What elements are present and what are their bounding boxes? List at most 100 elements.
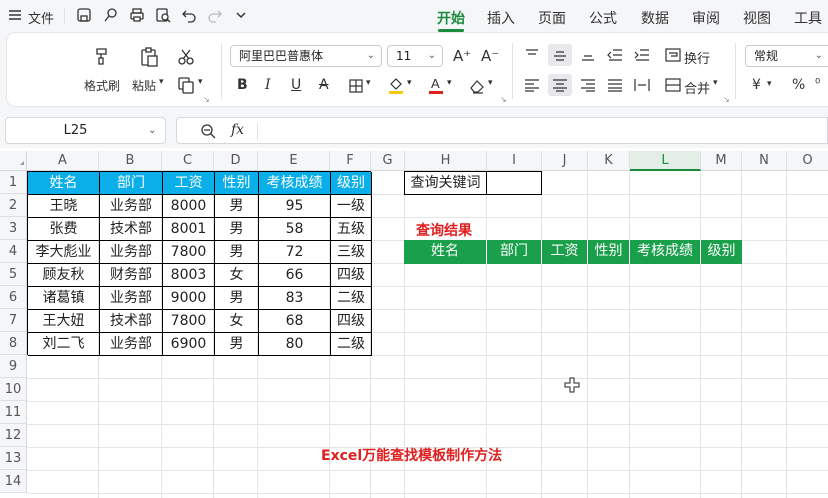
borders-icon[interactable] bbox=[348, 78, 364, 94]
alignment-expand-icon[interactable]: ↘ bbox=[723, 95, 730, 104]
font-expand-icon[interactable]: ↘ bbox=[500, 95, 507, 104]
column-header-g[interactable]: G bbox=[371, 151, 405, 171]
table-cell[interactable]: 7800 bbox=[163, 310, 215, 333]
row-header-5[interactable]: 5 bbox=[0, 263, 27, 286]
table-cell[interactable]: 72 bbox=[259, 241, 331, 264]
row-header-6[interactable]: 6 bbox=[0, 286, 27, 309]
table-cell[interactable]: 技术部 bbox=[100, 218, 163, 241]
fill-color-dropdown-icon[interactable]: ▾ bbox=[407, 78, 412, 88]
table-header-cell[interactable]: 级别 bbox=[331, 172, 372, 195]
file-menu[interactable]: 文件 bbox=[28, 8, 54, 27]
font-color-dropdown-icon[interactable]: ▾ bbox=[447, 78, 452, 88]
tab-insert[interactable]: 插入 bbox=[487, 8, 515, 28]
table-cell[interactable]: 顾友秋 bbox=[28, 264, 100, 287]
distributed-align-icon[interactable] bbox=[633, 77, 651, 93]
wrap-text-icon[interactable] bbox=[664, 47, 682, 63]
column-header-e[interactable]: E bbox=[258, 151, 330, 171]
row-header-12[interactable]: 12 bbox=[0, 424, 27, 447]
table-cell[interactable]: 95 bbox=[259, 195, 331, 218]
fill-color-icon[interactable] bbox=[387, 76, 405, 94]
table-cell[interactable]: 张费 bbox=[28, 218, 100, 241]
table-cell[interactable]: 业务部 bbox=[100, 195, 163, 218]
table-header-cell[interactable]: 姓名 bbox=[28, 172, 100, 195]
column-header-h[interactable]: H bbox=[405, 151, 487, 171]
name-box[interactable]: L25 bbox=[5, 117, 166, 144]
table-cell[interactable]: 王大妞 bbox=[28, 310, 100, 333]
justify-icon[interactable] bbox=[606, 77, 624, 93]
row-header-9[interactable]: 9 bbox=[0, 355, 27, 378]
decrease-indent-icon[interactable] bbox=[606, 47, 624, 63]
column-header-b[interactable]: B bbox=[99, 151, 162, 171]
currency-dropdown-icon[interactable]: ▾ bbox=[767, 79, 772, 89]
tab-data[interactable]: 数据 bbox=[641, 8, 669, 28]
borders-dropdown-icon[interactable]: ▾ bbox=[366, 78, 371, 88]
underline-button[interactable]: U bbox=[291, 77, 301, 93]
table-cell[interactable]: 二级 bbox=[331, 287, 372, 310]
table-cell[interactable]: 四级 bbox=[331, 310, 372, 333]
column-header-o[interactable]: O bbox=[787, 151, 828, 171]
table-cell[interactable]: 李大彪业 bbox=[28, 241, 100, 264]
copy-icon[interactable] bbox=[176, 75, 196, 95]
format-painter-icon[interactable] bbox=[90, 45, 112, 67]
table-cell[interactable]: 诸葛镇 bbox=[28, 287, 100, 310]
tab-review[interactable]: 审阅 bbox=[692, 8, 720, 28]
table-cell[interactable]: 业务部 bbox=[100, 333, 163, 356]
fx-icon[interactable]: fx bbox=[231, 122, 244, 138]
column-header-i[interactable]: I bbox=[487, 151, 542, 171]
table-cell[interactable]: 财务部 bbox=[100, 264, 163, 287]
table-cell[interactable]: 6900 bbox=[163, 333, 215, 356]
number-format-select[interactable]: 常规 ⌄ bbox=[745, 45, 828, 67]
undo-icon[interactable] bbox=[180, 6, 198, 24]
column-header-k[interactable]: K bbox=[588, 151, 630, 171]
column-header-n[interactable]: N bbox=[742, 151, 787, 171]
copy-dropdown-icon[interactable]: ▾ bbox=[198, 77, 203, 87]
hamburger-menu-icon[interactable] bbox=[6, 6, 24, 24]
row-header-14[interactable]: 14 bbox=[0, 470, 27, 493]
column-header-a[interactable]: A bbox=[27, 151, 99, 171]
tab-page[interactable]: 页面 bbox=[538, 8, 566, 28]
column-header-l[interactable]: L bbox=[630, 151, 701, 171]
table-header-cell[interactable]: 部门 bbox=[100, 172, 163, 195]
table-cell[interactable]: 83 bbox=[259, 287, 331, 310]
column-header-j[interactable]: J bbox=[542, 151, 588, 171]
print-icon[interactable] bbox=[128, 6, 146, 24]
italic-button[interactable]: I bbox=[265, 77, 271, 93]
format-painter-label[interactable]: 格式刷 bbox=[84, 77, 120, 94]
table-cell[interactable]: 58 bbox=[259, 218, 331, 241]
table-cell[interactable]: 8000 bbox=[163, 195, 215, 218]
table-cell[interactable]: 8001 bbox=[163, 218, 215, 241]
query-input-cell[interactable] bbox=[487, 172, 541, 194]
row-header-8[interactable]: 8 bbox=[0, 332, 27, 355]
paste-icon[interactable] bbox=[137, 45, 161, 69]
column-header-d[interactable]: D bbox=[214, 151, 258, 171]
column-header-f[interactable]: F bbox=[330, 151, 371, 171]
bold-button[interactable]: B bbox=[237, 77, 248, 93]
percent-button[interactable]: % bbox=[792, 77, 805, 93]
row-header-1[interactable]: 1 bbox=[0, 171, 27, 194]
result-header-cell[interactable]: 部门 bbox=[487, 240, 542, 264]
table-cell[interactable]: 68 bbox=[259, 310, 331, 333]
align-middle-icon[interactable] bbox=[548, 44, 572, 66]
decimal-button[interactable]: ⁰ bbox=[815, 77, 820, 92]
print-preview-icon[interactable] bbox=[154, 6, 172, 24]
formula-input[interactable]: fx bbox=[176, 117, 828, 144]
increase-font-icon[interactable]: A⁺ bbox=[453, 47, 471, 65]
save-icon[interactable] bbox=[75, 6, 93, 24]
row-header-10[interactable]: 10 bbox=[0, 378, 27, 401]
table-cell[interactable]: 7800 bbox=[163, 241, 215, 264]
row-header-13[interactable]: 13 bbox=[0, 447, 27, 470]
font-name-select[interactable]: 阿里巴巴普惠体 ⌄ bbox=[230, 45, 382, 67]
table-cell[interactable]: 女 bbox=[215, 264, 259, 287]
merge-icon[interactable] bbox=[664, 77, 682, 93]
result-header-cell[interactable]: 级别 bbox=[701, 240, 742, 264]
redo-icon[interactable] bbox=[206, 6, 224, 24]
tab-view[interactable]: 视图 bbox=[743, 8, 771, 28]
table-cell[interactable]: 五级 bbox=[331, 218, 372, 241]
zoom-icon[interactable] bbox=[199, 122, 217, 140]
paste-dropdown-icon[interactable]: ▾ bbox=[159, 77, 164, 87]
align-center-icon[interactable] bbox=[548, 74, 572, 96]
table-cell[interactable]: 9000 bbox=[163, 287, 215, 310]
chevron-down-icon[interactable]: ⌄ bbox=[148, 117, 156, 144]
align-right-icon[interactable] bbox=[579, 77, 597, 93]
table-cell[interactable]: 业务部 bbox=[100, 241, 163, 264]
